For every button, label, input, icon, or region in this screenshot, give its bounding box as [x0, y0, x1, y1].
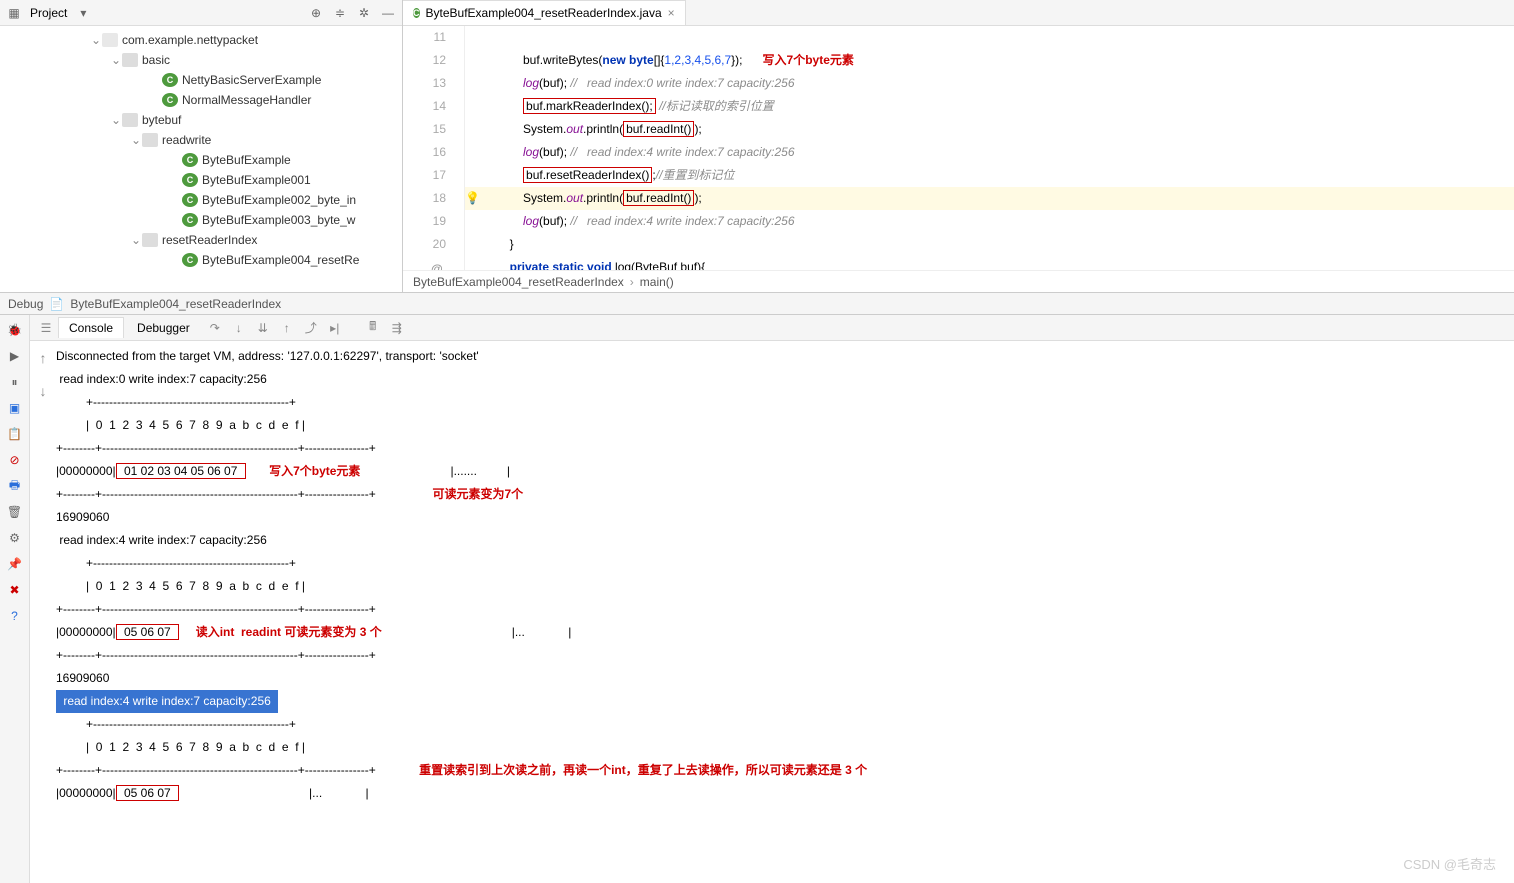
tab-console[interactable]: Console [58, 317, 124, 338]
debug-header: Debug 📄 ByteBufExample004_resetReaderInd… [0, 293, 1514, 315]
gutter: 💡 11121314151617181920@ [403, 26, 465, 270]
tab-label: ByteBufExample004_resetReaderIndex.java [426, 6, 662, 20]
project-header: ▦ Project ▾ ⊕ ≑ ✲ — [0, 0, 402, 26]
target-icon[interactable]: ⊕ [308, 5, 324, 21]
project-panel: ▦ Project ▾ ⊕ ≑ ✲ — ⌄com.example.nettypa… [0, 0, 403, 292]
project-icon: ▦ [6, 5, 22, 21]
reset-reader-box: buf.resetReaderIndex() [523, 167, 652, 183]
trace-icon[interactable]: ⇶ [387, 318, 407, 338]
rerun-icon[interactable]: 🐞 [6, 321, 24, 339]
evaluate-icon[interactable]: 🖩 [363, 318, 383, 338]
tree-item[interactable]: CByteBufExample001 [0, 170, 402, 190]
scroll-down-icon[interactable]: ↓ [40, 380, 47, 403]
pin-icon[interactable]: 📌 [6, 555, 24, 573]
crumb-class[interactable]: ByteBufExample004_resetReaderIndex [413, 275, 624, 289]
print-icon[interactable]: 🖶 [6, 477, 24, 495]
editor-tabs: C ByteBufExample004_resetReaderIndex.jav… [403, 0, 1514, 26]
readint-box-1: buf.readInt() [623, 121, 694, 137]
tab-file[interactable]: C ByteBufExample004_resetReaderIndex.jav… [403, 0, 686, 25]
selected-line: read index:4 write index:7 capacity:256 [56, 690, 278, 713]
scroll-up-icon[interactable]: ↑ [40, 347, 47, 370]
watermark: CSDN @毛奇志 [1403, 854, 1496, 873]
debug-title: Debug [8, 297, 43, 311]
settings-icon[interactable]: ⚙ [6, 529, 24, 547]
mark-reader-box: buf.markReaderIndex(); [523, 98, 656, 114]
tree-item[interactable]: ⌄com.example.nettypacket [0, 30, 402, 50]
run-config-icon: 📄 [49, 297, 64, 311]
dropdown-icon[interactable]: ▾ [75, 5, 91, 21]
step-over-icon[interactable]: ↷ [205, 318, 225, 338]
hex-box-1: 01 02 03 04 05 06 07 [116, 463, 246, 479]
trash-icon[interactable]: 🗑 [6, 503, 24, 521]
crumb-method[interactable]: main() [640, 275, 674, 289]
expand-icon[interactable]: ≑ [332, 5, 348, 21]
tree-item[interactable]: ⌄bytebuf [0, 110, 402, 130]
run-to-cursor-icon[interactable]: ▸| [325, 318, 345, 338]
step-into-icon[interactable]: ↓ [229, 318, 249, 338]
threads-icon[interactable]: ☰ [36, 318, 56, 338]
mute-breakpoints-icon[interactable]: ⊘ [6, 451, 24, 469]
help-icon[interactable]: ? [6, 607, 24, 625]
view-breakpoints-icon[interactable]: ▣ [6, 399, 24, 417]
readint-box-2: buf.readInt() [623, 190, 694, 206]
tree-item[interactable]: CNormalMessageHandler [0, 90, 402, 110]
tree-item[interactable]: ⌄basic [0, 50, 402, 70]
hex-box-2: 05 06 07 [116, 624, 179, 640]
class-icon: C [413, 8, 420, 18]
close-icon[interactable]: × [668, 6, 675, 20]
tree-item[interactable]: CByteBufExample [0, 150, 402, 170]
breadcrumb[interactable]: ByteBufExample004_resetReaderIndex › mai… [403, 270, 1514, 292]
step-out-icon[interactable]: ↑ [277, 318, 297, 338]
pause-icon[interactable]: ⏸ [6, 373, 24, 391]
console-output[interactable]: ↑ ↓ Disconnected from the target VM, add… [30, 341, 1514, 883]
project-tree[interactable]: ⌄com.example.nettypacket⌄basicCNettyBasi… [0, 26, 402, 292]
tree-item[interactable]: CByteBufExample004_resetRe [0, 250, 402, 270]
tree-item[interactable]: CByteBufExample002_byte_in [0, 190, 402, 210]
tab-debugger[interactable]: Debugger [126, 317, 201, 338]
gear-icon[interactable]: ✲ [356, 5, 372, 21]
project-title: Project [30, 6, 67, 20]
console-tabs: ☰ Console Debugger ↷ ↓ ⇊ ↑ ⤴ ▸| 🖩 ⇶ [30, 315, 1514, 341]
debug-toolbar: 🐞 ▶ ⏸ ▣ 📋 ⊘ 🖶 🗑 ⚙ 📌 ✖ ? [0, 315, 30, 883]
editor-panel: C ByteBufExample004_resetReaderIndex.jav… [403, 0, 1514, 292]
chevron-right-icon: › [630, 275, 634, 289]
drop-frame-icon[interactable]: ⤴ [301, 318, 321, 338]
run-config-name: ByteBufExample004_resetReaderIndex [70, 297, 281, 311]
hide-icon[interactable]: — [380, 5, 396, 21]
layout-icon[interactable]: 📋 [6, 425, 24, 443]
hex-box-3: 05 06 07 [116, 785, 179, 801]
tree-item[interactable]: ⌄readwrite [0, 130, 402, 150]
resume-icon[interactable]: ▶ [6, 347, 24, 365]
stop-icon[interactable]: ✖ [6, 581, 24, 599]
force-step-icon[interactable]: ⇊ [253, 318, 273, 338]
tree-item[interactable]: CByteBufExample003_byte_w [0, 210, 402, 230]
tree-item[interactable]: ⌄resetReaderIndex [0, 230, 402, 250]
tree-item[interactable]: CNettyBasicServerExample [0, 70, 402, 90]
code[interactable]: buf.writeBytes(new byte[]{1,2,3,4,5,6,7}… [465, 26, 1514, 270]
